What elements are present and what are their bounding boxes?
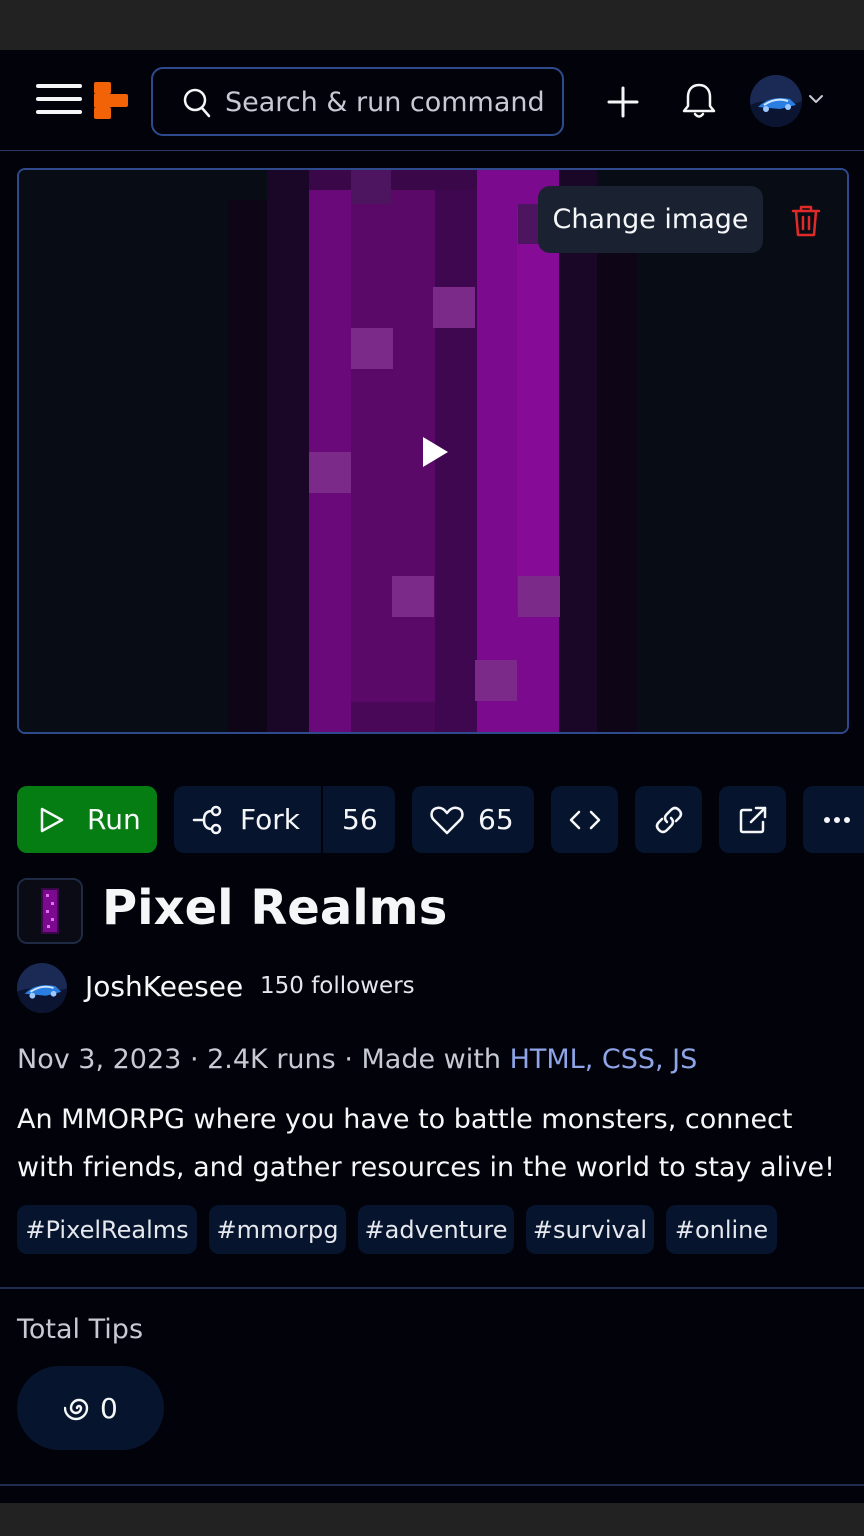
more-options-button[interactable] xyxy=(803,786,864,853)
publish-date: Nov 3, 2023 xyxy=(17,1044,182,1075)
tips-count: 0 xyxy=(100,1391,118,1425)
tag-pixelrealms[interactable]: #PixelRealms xyxy=(17,1205,197,1254)
run-button-label: Run xyxy=(87,803,141,836)
copy-link-button[interactable] xyxy=(635,786,702,853)
fork-button[interactable]: Fork 56 xyxy=(174,786,395,853)
user-avatar xyxy=(750,75,802,127)
run-count: 2.4K runs xyxy=(207,1044,336,1075)
external-link-icon xyxy=(739,806,766,833)
author-name-link[interactable]: JoshKeesee xyxy=(85,970,243,1003)
more-icon xyxy=(824,816,850,823)
tag-adventure[interactable]: #adventure xyxy=(358,1205,514,1254)
replit-logo[interactable] xyxy=(94,82,128,120)
hamburger-menu-icon[interactable] xyxy=(36,84,82,118)
project-icon xyxy=(17,878,83,944)
tag-survival[interactable]: #survival xyxy=(526,1205,654,1254)
link-icon xyxy=(655,806,682,833)
code-button[interactable] xyxy=(551,786,618,853)
play-icon[interactable] xyxy=(416,434,452,470)
account-menu-button[interactable] xyxy=(750,75,830,127)
plus-icon[interactable] xyxy=(603,82,643,122)
code-icon xyxy=(569,810,600,829)
technologies-link[interactable]: HTML, CSS, JS xyxy=(510,1044,698,1075)
trash-icon[interactable] xyxy=(788,203,824,239)
project-title: Pixel Realms xyxy=(102,880,448,936)
fork-icon xyxy=(192,805,222,834)
like-button[interactable]: 65 xyxy=(412,786,534,853)
total-tips-label: Total Tips xyxy=(17,1314,144,1345)
fork-count: 56 xyxy=(342,803,378,836)
divider xyxy=(0,1287,864,1289)
fork-button-label: Fork xyxy=(240,803,300,836)
made-with-label: Made with xyxy=(361,1044,501,1075)
fork-divider xyxy=(321,786,323,853)
search-icon xyxy=(183,88,211,118)
chevron-down-icon xyxy=(809,95,823,103)
meta-separator: · xyxy=(189,1044,208,1075)
followers-count: 150 followers xyxy=(260,973,415,999)
open-external-button[interactable] xyxy=(719,786,786,853)
heart-icon xyxy=(430,806,464,834)
author-avatar[interactable] xyxy=(17,963,67,1013)
like-count: 65 xyxy=(478,803,514,836)
run-button[interactable]: Run xyxy=(17,786,157,853)
search-input[interactable] xyxy=(225,83,545,121)
play-outline-icon xyxy=(40,807,64,832)
meta-separator: · xyxy=(344,1044,362,1075)
change-image-button[interactable]: Change image xyxy=(538,186,763,253)
bell-icon[interactable] xyxy=(680,80,718,122)
project-meta: Nov 3, 2023 · 2.4K runs · Made with HTML… xyxy=(17,1044,697,1075)
project-description: An MMORPG where you have to battle monst… xyxy=(17,1104,835,1183)
tag-online[interactable]: #online xyxy=(666,1205,777,1254)
tip-button[interactable]: 0 xyxy=(17,1366,164,1450)
tag-mmorpg[interactable]: #mmorpg xyxy=(209,1205,346,1254)
search-box[interactable] xyxy=(151,67,564,136)
cycles-spiral-icon xyxy=(64,1398,89,1421)
status-bar xyxy=(0,0,864,50)
system-nav-bar xyxy=(0,1503,864,1536)
divider xyxy=(0,1484,864,1486)
